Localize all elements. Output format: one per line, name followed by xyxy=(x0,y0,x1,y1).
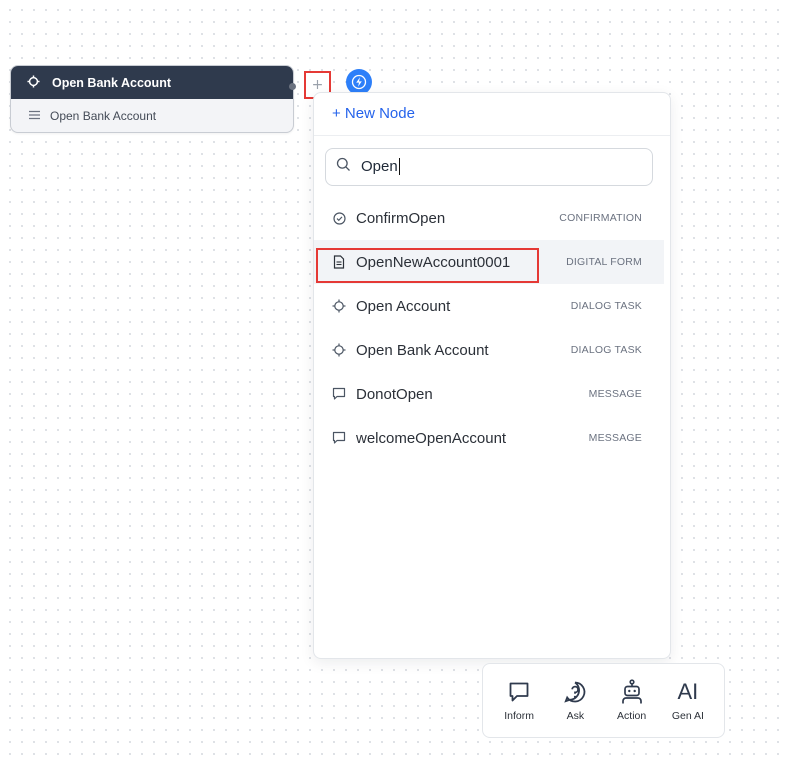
robot-icon xyxy=(620,679,644,705)
result-name: Open Account xyxy=(356,297,451,315)
lines-icon xyxy=(29,109,40,123)
node-header[interactable]: Open Bank Account xyxy=(11,66,293,99)
crosshair-icon xyxy=(332,299,346,313)
ai-icon-text: AI xyxy=(677,679,699,704)
result-item[interactable]: welcomeOpenAccount MESSAGE xyxy=(314,416,664,460)
result-item[interactable]: ConfirmOpen CONFIRMATION xyxy=(314,196,664,240)
question-bubble-icon xyxy=(563,679,587,705)
node-body[interactable]: Open Bank Account xyxy=(11,99,293,132)
result-type: DIALOG TASK xyxy=(570,344,642,356)
ai-icon: AI xyxy=(677,679,698,705)
inform-label: Inform xyxy=(504,710,534,722)
check-circle-icon xyxy=(332,211,346,225)
result-name: ConfirmOpen xyxy=(356,209,446,227)
crosshair-icon xyxy=(27,74,40,91)
node-type-toolbar: Inform Ask Action AI Gen AI xyxy=(482,663,725,738)
node-title: Open Bank Account xyxy=(52,75,171,90)
result-item[interactable]: OpenNewAccount0001 DIGITAL FORM xyxy=(314,240,664,284)
speech-bubble-icon xyxy=(507,679,531,705)
new-node-link[interactable]: + New Node xyxy=(332,105,415,122)
message-icon xyxy=(332,431,346,445)
result-name: OpenNewAccount0001 xyxy=(356,253,511,271)
result-name: DonotOpen xyxy=(356,385,433,403)
search-value: Open xyxy=(361,158,398,175)
search-input[interactable]: Open xyxy=(325,148,653,186)
ask-label: Ask xyxy=(566,710,585,722)
inform-button[interactable]: Inform xyxy=(493,679,545,722)
search-icon xyxy=(336,157,351,177)
result-name: Open Bank Account xyxy=(356,341,489,359)
dialog-node-card[interactable]: Open Bank Account Open Bank Account xyxy=(10,65,294,133)
crosshair-icon xyxy=(332,343,346,357)
text-caret xyxy=(398,158,400,176)
result-name: welcomeOpenAccount xyxy=(356,429,507,447)
result-item[interactable]: Open Account DIALOG TASK xyxy=(314,284,664,328)
connector-dot[interactable] xyxy=(289,83,296,90)
ask-button[interactable]: Ask xyxy=(549,679,601,722)
node-subtitle: Open Bank Account xyxy=(50,109,157,123)
result-type: DIALOG TASK xyxy=(570,300,642,312)
action-label: Action xyxy=(617,710,647,722)
result-type: MESSAGE xyxy=(588,432,642,444)
message-icon xyxy=(332,387,346,401)
gen-ai-label: Gen AI xyxy=(671,710,704,722)
result-type: MESSAGE xyxy=(588,388,642,400)
result-item[interactable]: DonotOpen MESSAGE xyxy=(314,372,664,416)
document-icon xyxy=(332,255,346,269)
gen-ai-button[interactable]: AI Gen AI xyxy=(662,679,714,722)
result-type: CONFIRMATION xyxy=(559,212,642,224)
action-button[interactable]: Action xyxy=(606,679,658,722)
divider xyxy=(314,135,670,136)
result-type: DIGITAL FORM xyxy=(566,256,642,268)
result-item[interactable]: Open Bank Account DIALOG TASK xyxy=(314,328,664,372)
add-node-panel: + New Node Open ConfirmOpen CONFIRMATION… xyxy=(313,92,671,659)
